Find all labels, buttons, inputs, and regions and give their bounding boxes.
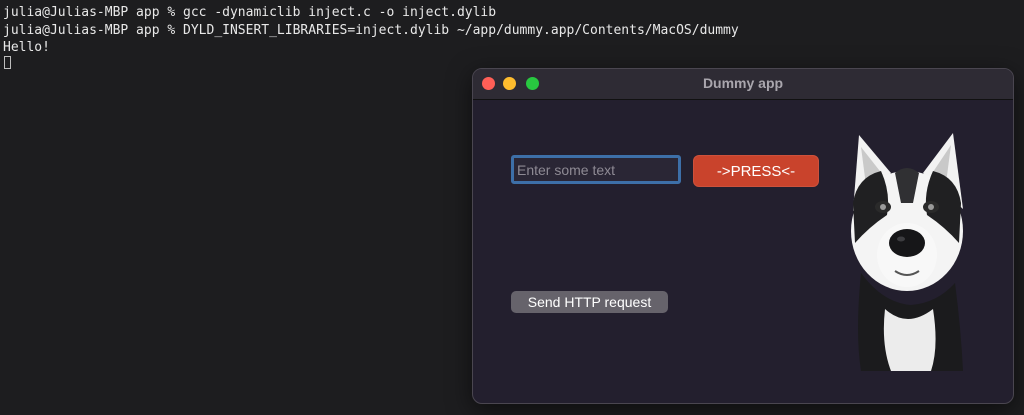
dummy-app-window[interactable]: Dummy app ->PRESS<- Send HTTP request bbox=[472, 68, 1014, 404]
window-title: Dummy app bbox=[702, 75, 784, 91]
terminal-line-output: Hello! bbox=[3, 40, 50, 55]
text-input[interactable] bbox=[511, 155, 681, 184]
press-button[interactable]: ->PRESS<- bbox=[693, 155, 819, 187]
husky-dog-image bbox=[851, 133, 963, 371]
terminal-cursor bbox=[4, 56, 11, 69]
terminal-line-run-command: julia@Julias-MBP app % DYLD_INSERT_LIBRA… bbox=[3, 23, 739, 38]
terminal-line-gcc-command: julia@Julias-MBP app % gcc -dynamiclib i… bbox=[3, 5, 497, 20]
window-titlebar[interactable]: Dummy app bbox=[473, 69, 1013, 100]
send-http-request-button[interactable]: Send HTTP request bbox=[511, 291, 668, 313]
